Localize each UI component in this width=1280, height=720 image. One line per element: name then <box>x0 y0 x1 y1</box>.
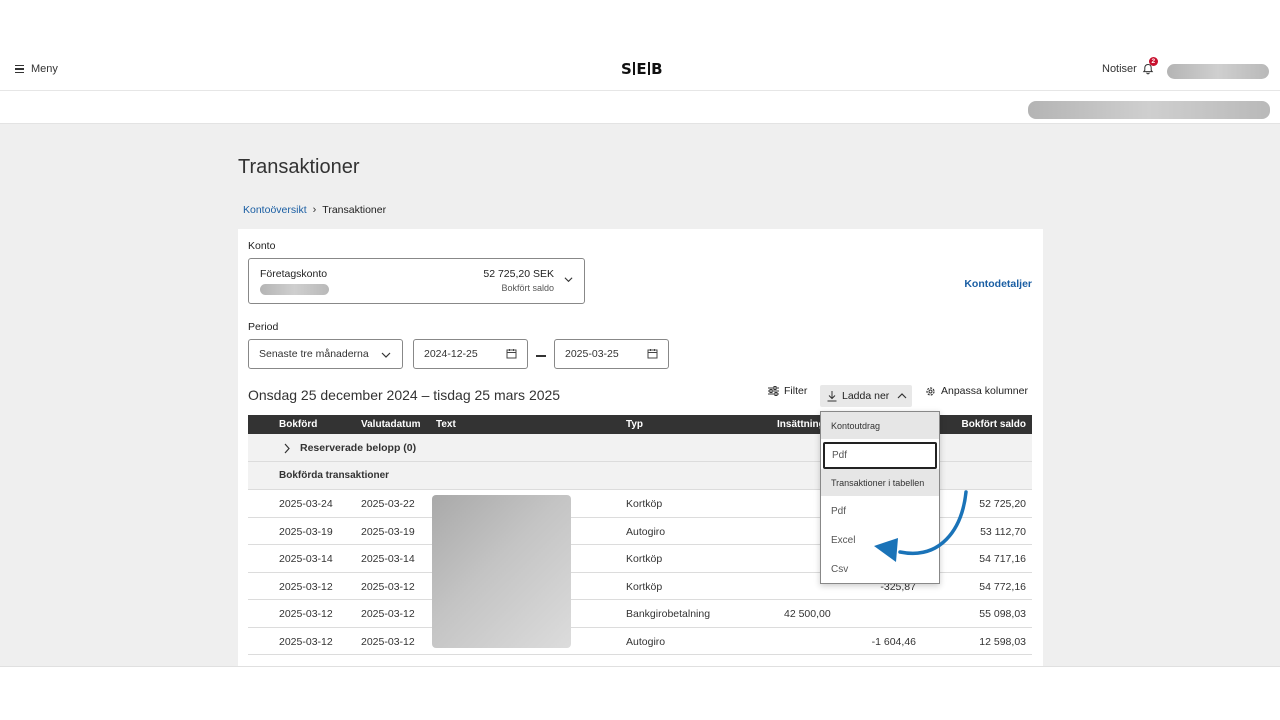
cell-booked: 2025-03-14 <box>279 553 333 565</box>
cell-value-date: 2025-03-12 <box>361 581 415 593</box>
gear-icon <box>926 386 935 396</box>
account-name: Företagskonto <box>260 268 328 280</box>
breadcrumb-current: Transaktioner <box>322 204 387 216</box>
cell-value-date: 2025-03-19 <box>361 526 415 538</box>
date-from-value: 2024-12-25 <box>424 348 478 360</box>
bell-icon: 2 <box>1142 57 1158 75</box>
filter-label: Filter <box>784 385 808 397</box>
cell-value-date: 2025-03-22 <box>361 498 415 510</box>
cell-balance: 55 098,03 <box>979 608 1026 620</box>
col-valutadatum[interactable]: Valutadatum <box>361 419 420 430</box>
period-select[interactable]: Senaste tre månaderna <box>248 339 403 369</box>
chevron-up-icon <box>897 393 907 399</box>
cell-balance: 12 598,03 <box>979 636 1026 648</box>
breadcrumb-kontooversikt[interactable]: Kontoöversikt <box>243 204 307 216</box>
col-insattning[interactable]: Insättning <box>777 419 825 430</box>
account-details-link[interactable]: Kontodetaljer <box>964 278 1032 290</box>
calendar-icon[interactable] <box>506 348 517 359</box>
customize-columns-label: Anpassa kolumner <box>941 385 1028 397</box>
cell-balance: 54 717,16 <box>979 553 1026 565</box>
menu-label: Meny <box>31 63 58 75</box>
cell-type: Autogiro <box>626 526 666 538</box>
col-text[interactable]: Text <box>436 419 456 430</box>
chevron-right-icon <box>284 443 290 454</box>
filter-button[interactable]: Filter <box>768 385 807 397</box>
reserved-label: Reserverade belopp (0) <box>300 442 417 454</box>
download-label: Ladda ner <box>842 390 890 402</box>
table-row[interactable]: 2025-03-12 2025-03-12 Autogiro -1 604,46… <box>248 628 1032 655</box>
menu-button[interactable]: Meny <box>15 63 58 75</box>
menu-item-kontoutdrag-pdf[interactable]: Pdf <box>823 442 937 469</box>
chevron-down-icon <box>381 352 391 358</box>
company-selector-redacted[interactable] <box>1028 101 1270 119</box>
date-to-value: 2025-03-25 <box>565 348 619 360</box>
site-header: Meny SEB Notiser 2 <box>0 50 1280 91</box>
account-amount-sub: Bokfört saldo <box>501 283 554 293</box>
cell-booked: 2025-03-12 <box>279 581 333 593</box>
chevron-right-icon: › <box>312 204 317 216</box>
cell-type: Kortköp <box>626 553 663 565</box>
cell-value-date: 2025-03-12 <box>361 636 415 648</box>
period-range-text: Onsdag 25 december 2024 – tisdag 25 mars… <box>248 387 561 403</box>
notification-badge: 2 <box>1148 57 1158 66</box>
booked-section-label: Bokförda transaktioner <box>279 470 390 481</box>
hamburger-icon <box>15 65 24 73</box>
cell-type: Autogiro <box>626 636 666 648</box>
cell-amount: -1 604,46 <box>871 636 916 648</box>
sub-header-bar <box>0 91 1280 124</box>
cell-booked: 2025-03-12 <box>279 636 333 648</box>
transactions-card: Konto Företagskonto 52 725,20 SEK Bokför… <box>238 229 1043 666</box>
bottom-band <box>0 666 1280 720</box>
cell-amount: 42 500,00 <box>784 608 831 620</box>
cell-type: Bankgirobetalning <box>626 608 711 620</box>
download-button[interactable]: Ladda ner <box>820 385 912 407</box>
account-label: Konto <box>248 240 276 252</box>
cell-booked: 2025-03-12 <box>279 608 333 620</box>
top-band <box>0 0 1280 50</box>
account-number-redacted <box>260 284 329 295</box>
date-to-input[interactable]: 2025-03-25 <box>554 339 669 369</box>
date-range-dash <box>536 355 546 357</box>
cell-type: Kortköp <box>626 581 663 593</box>
cell-value-date: 2025-03-12 <box>361 608 415 620</box>
notifications-button[interactable]: Notiser 2 <box>1102 57 1158 75</box>
col-bokfort-saldo[interactable]: Bokfört saldo <box>962 419 1026 430</box>
account-amount: 52 725,20 SEK <box>483 268 554 280</box>
page-title: Transaktioner <box>238 156 360 178</box>
date-from-input[interactable]: 2024-12-25 <box>413 339 528 369</box>
cell-balance: 53 112,70 <box>980 526 1026 538</box>
cell-balance: 54 772,16 <box>979 581 1026 593</box>
cell-type: Kortköp <box>626 498 663 510</box>
breadcrumb: Kontoöversikt › Transaktioner <box>243 204 386 216</box>
notifications-label: Notiser <box>1102 63 1137 75</box>
cell-booked: 2025-03-19 <box>279 526 333 538</box>
cell-value-date: 2025-03-14 <box>361 553 415 565</box>
menu-group-kontoutdrag: Kontoutdrag <box>821 412 939 439</box>
period-label: Period <box>248 321 279 333</box>
cell-balance: 52 725,20 <box>979 498 1026 510</box>
cell-booked: 2025-03-24 <box>279 498 333 510</box>
account-select[interactable]: Företagskonto 52 725,20 SEK Bokfört sald… <box>248 258 585 304</box>
curved-arrow-icon <box>874 490 968 562</box>
col-bokford[interactable]: Bokförd <box>279 419 317 430</box>
table-row[interactable]: 2025-03-12 2025-03-12 Bankgirobetalning … <box>248 600 1032 628</box>
calendar-icon[interactable] <box>647 348 658 359</box>
user-name-redacted <box>1167 64 1269 79</box>
period-select-value: Senaste tre månaderna <box>259 348 369 360</box>
sliders-icon <box>768 386 779 396</box>
col-typ[interactable]: Typ <box>626 419 643 430</box>
chevron-down-icon <box>564 277 573 283</box>
customize-columns-button[interactable]: Anpassa kolumner <box>925 385 1028 397</box>
transaction-text-redacted <box>432 495 571 648</box>
seb-logo[interactable]: SEB <box>621 60 663 78</box>
download-icon <box>827 390 837 401</box>
